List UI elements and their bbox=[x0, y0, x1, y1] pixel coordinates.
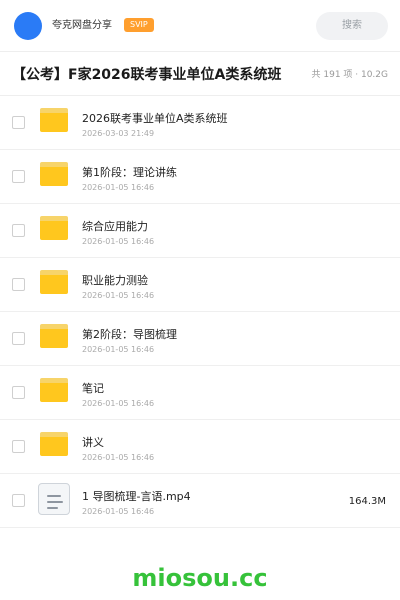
file-name: 2026联考事业单位A类系统班 bbox=[82, 112, 228, 125]
file-row[interactable]: 综合应用能力 2026-01-05 16:46 bbox=[0, 204, 400, 258]
folder-icon bbox=[40, 162, 68, 186]
file-date: 2026-01-05 16:46 bbox=[82, 291, 155, 300]
folder-icon bbox=[40, 108, 68, 132]
file-size: 164.3M bbox=[348, 496, 386, 507]
file-list: 2026联考事业单位A类系统班 2026-03-03 21:49 第1阶段：理论讲练… bbox=[0, 96, 400, 528]
select-checkbox[interactable] bbox=[12, 170, 25, 183]
watermark: miosou.cc bbox=[132, 564, 268, 592]
file-date: 2026-01-05 16:46 bbox=[82, 507, 155, 516]
select-checkbox[interactable] bbox=[12, 494, 25, 507]
select-checkbox[interactable] bbox=[12, 440, 25, 453]
file-date: 2026-01-05 16:46 bbox=[82, 453, 155, 462]
file-name: 第1阶段：理论讲练 bbox=[82, 166, 177, 179]
file-date: 2026-01-05 16:46 bbox=[82, 345, 155, 354]
file-name: 讲义 bbox=[82, 436, 104, 449]
select-checkbox[interactable] bbox=[12, 278, 25, 291]
file-name: 综合应用能力 bbox=[82, 220, 148, 233]
file-name: 第2阶段：导图梳理 bbox=[82, 328, 177, 341]
file-row[interactable]: 2026联考事业单位A类系统班 2026-03-03 21:49 bbox=[0, 96, 400, 150]
file-name: 职业能力测验 bbox=[82, 274, 148, 287]
select-checkbox[interactable] bbox=[12, 116, 25, 129]
document-icon bbox=[38, 483, 70, 515]
file-row[interactable]: 第1阶段：理论讲练 2026-01-05 16:46 bbox=[0, 150, 400, 204]
file-date: 2026-01-05 16:46 bbox=[82, 183, 155, 192]
search-button[interactable]: 搜索 bbox=[316, 12, 388, 40]
brand-label: 夸克网盘分享 bbox=[52, 20, 112, 31]
file-row[interactable]: 1 导图梳理-言语.mp4 2026-01-05 16:46 164.3M bbox=[0, 474, 400, 528]
select-checkbox[interactable] bbox=[12, 224, 25, 237]
file-row[interactable]: 讲义 2026-01-05 16:46 bbox=[0, 420, 400, 474]
file-row[interactable]: 职业能力测验 2026-01-05 16:46 bbox=[0, 258, 400, 312]
folder-icon bbox=[40, 324, 68, 348]
share-meta: 共 191 项 · 10.2G bbox=[311, 70, 389, 80]
file-row[interactable]: 第2阶段：导图梳理 2026-01-05 16:46 bbox=[0, 312, 400, 366]
file-date: 2026-03-03 21:49 bbox=[82, 129, 155, 138]
folder-icon bbox=[40, 432, 68, 456]
avatar[interactable] bbox=[14, 12, 42, 40]
folder-icon bbox=[40, 270, 68, 294]
page-title: 【公考】F家2026联考事业单位A类系统班 bbox=[12, 67, 282, 83]
file-row[interactable]: 笔记 2026-01-05 16:46 bbox=[0, 366, 400, 420]
file-date: 2026-01-05 16:46 bbox=[82, 399, 155, 408]
file-name: 1 导图梳理-言语.mp4 bbox=[82, 490, 191, 503]
svip-badge: SVIP bbox=[124, 18, 154, 32]
share-header: 【公考】F家2026联考事业单位A类系统班 共 191 项 · 10.2G bbox=[0, 52, 400, 96]
select-checkbox[interactable] bbox=[12, 332, 25, 345]
top-bar: 夸克网盘分享 SVIP 搜索 bbox=[0, 0, 400, 52]
folder-icon bbox=[40, 216, 68, 240]
select-checkbox[interactable] bbox=[12, 386, 25, 399]
file-date: 2026-01-05 16:46 bbox=[82, 237, 155, 246]
folder-icon bbox=[40, 378, 68, 402]
file-name: 笔记 bbox=[82, 382, 104, 395]
